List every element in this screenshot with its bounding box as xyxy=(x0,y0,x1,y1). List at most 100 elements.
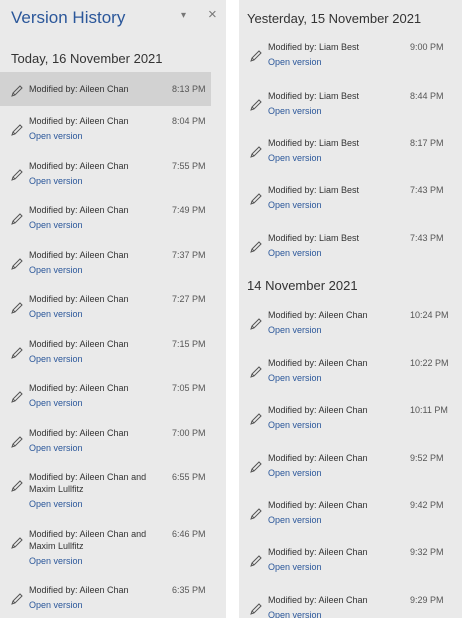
pencil-icon xyxy=(9,256,25,272)
version-entry[interactable]: Modified by: Liam Best 7:43 PM Open versio… xyxy=(239,184,462,222)
modified-by-label: Modified by: Liam Best xyxy=(268,185,360,195)
version-entry[interactable]: Modified by: Aileen Chan 9:52 PM Open vers… xyxy=(239,452,462,490)
pencil-icon xyxy=(9,478,25,494)
pencil-icon xyxy=(248,239,264,255)
version-time: 9:00 PM xyxy=(410,42,444,52)
modified-by-label: Modified by: Aileen Chan xyxy=(29,205,129,215)
version-time: 7:55 PM xyxy=(172,161,206,171)
version-entry[interactable]: Modified by: Aileen Chan 7:05 PM Open vers… xyxy=(0,382,211,420)
modified-by-label: Modified by: Aileen Chan xyxy=(29,428,129,438)
version-entry[interactable]: Modified by: Liam Best 9:00 PM Open versio… xyxy=(239,41,462,79)
open-version-link[interactable]: Open version xyxy=(29,498,83,510)
pencil-icon xyxy=(248,553,264,569)
pencil-icon xyxy=(9,535,25,551)
version-entry[interactable]: Modified by: Aileen Chan 10:24 PM Open ver… xyxy=(239,309,462,347)
open-version-link[interactable]: Open version xyxy=(268,105,322,117)
pencil-icon xyxy=(9,83,25,99)
modified-by-label: Modified by: Aileen Chan xyxy=(268,453,368,463)
open-version-link[interactable]: Open version xyxy=(268,372,322,384)
close-icon[interactable]: × xyxy=(208,7,217,23)
modified-by-label: Modified by: Aileen Chan xyxy=(29,294,129,304)
open-version-link[interactable]: Open version xyxy=(268,514,322,526)
modified-by-label: Modified by: Aileen Chan and xyxy=(29,529,147,539)
version-entry[interactable]: Modified by: Liam Best 7:43 PM Open versio… xyxy=(239,232,462,270)
version-time: 10:22 PM xyxy=(410,358,449,368)
version-time: 6:46 PM xyxy=(172,529,206,539)
version-time: 8:04 PM xyxy=(172,116,206,126)
modified-by-label: Modified by: Aileen Chan xyxy=(29,84,129,94)
version-entry[interactable]: Modified by: Aileen Chan 10:22 PM Open ver… xyxy=(239,357,462,395)
version-entry[interactable]: Modified by: Aileen Chan 6:35 PM Open vers… xyxy=(0,584,211,618)
open-version-link[interactable]: Open version xyxy=(268,199,322,211)
version-entry[interactable]: Modified by: Aileen Chan 7:00 PM Open vers… xyxy=(0,427,211,465)
version-time: 7:00 PM xyxy=(172,428,206,438)
modified-by-label: Modified by: Aileen Chan xyxy=(29,585,129,595)
version-time: 7:43 PM xyxy=(410,185,444,195)
open-version-link[interactable]: Open version xyxy=(29,442,83,454)
version-entry[interactable]: Modified by: Aileen Chan 10:11 PM Open ver… xyxy=(239,404,462,442)
version-entry[interactable]: Modified by: Aileen Chan and 6:55 PM Maxim… xyxy=(0,471,211,521)
version-time: 9:42 PM xyxy=(410,500,444,510)
open-version-link[interactable]: Open version xyxy=(268,324,322,336)
modified-by-label: Modified by: Aileen Chan xyxy=(29,250,129,260)
section-header-14-november: 14 November 2021 xyxy=(247,278,358,293)
version-entry[interactable]: Modified by: Aileen Chan 8:04 PM Open vers… xyxy=(0,115,211,153)
version-time: 10:24 PM xyxy=(410,310,449,320)
open-version-link[interactable]: Open version xyxy=(29,397,83,409)
modified-by-label: Modified by: Liam Best xyxy=(268,91,360,101)
open-version-link[interactable]: Open version xyxy=(268,609,322,618)
version-entry[interactable]: Modified by: Aileen Chan 9:29 PM Open vers… xyxy=(239,594,462,618)
version-entry[interactable]: Modified by: Aileen Chan 8:13 PM xyxy=(0,72,211,106)
version-entry[interactable]: Modified by: Aileen Chan and 6:46 PM Maxim… xyxy=(0,528,211,578)
version-time: 7:05 PM xyxy=(172,383,206,393)
version-entry[interactable]: Modified by: Aileen Chan 7:49 PM Open vers… xyxy=(0,204,211,242)
version-time: 7:27 PM xyxy=(172,294,206,304)
open-version-link[interactable]: Open version xyxy=(29,219,83,231)
pencil-icon xyxy=(9,345,25,361)
version-time: 9:32 PM xyxy=(410,547,444,557)
open-version-link[interactable]: Open version xyxy=(29,175,83,187)
version-entry[interactable]: Modified by: Aileen Chan 7:15 PM Open vers… xyxy=(0,338,211,376)
version-entry[interactable]: Modified by: Liam Best 8:44 PM Open versio… xyxy=(239,90,462,128)
open-version-link[interactable]: Open version xyxy=(29,555,83,567)
open-version-link[interactable]: Open version xyxy=(29,308,83,320)
open-version-link[interactable]: Open version xyxy=(268,247,322,259)
version-history-panel-right: Yesterday, 15 November 2021 14 November … xyxy=(239,0,462,618)
version-time: 7:15 PM xyxy=(172,339,206,349)
open-version-link[interactable]: Open version xyxy=(268,419,322,431)
pencil-icon xyxy=(9,122,25,138)
version-entry[interactable]: Modified by: Aileen Chan 9:32 PM Open vers… xyxy=(239,546,462,584)
version-entry[interactable]: Modified by: Aileen Chan 7:37 PM Open vers… xyxy=(0,249,211,287)
open-version-link[interactable]: Open version xyxy=(29,353,83,365)
version-time: 6:35 PM xyxy=(172,585,206,595)
version-entry[interactable]: Modified by: Liam Best 8:17 PM Open versio… xyxy=(239,137,462,175)
open-version-link[interactable]: Open version xyxy=(268,561,322,573)
modified-by-label: Modified by: Aileen Chan xyxy=(29,116,129,126)
version-entry[interactable]: Modified by: Aileen Chan 9:42 PM Open vers… xyxy=(239,499,462,537)
version-entry[interactable]: Modified by: Aileen Chan 7:55 PM Open vers… xyxy=(0,160,211,198)
version-time: 9:29 PM xyxy=(410,595,444,605)
open-version-link[interactable]: Open version xyxy=(29,264,83,276)
pencil-icon xyxy=(248,48,264,64)
pencil-icon xyxy=(9,389,25,405)
open-version-link[interactable]: Open version xyxy=(268,152,322,164)
pencil-icon xyxy=(9,211,25,227)
open-version-link[interactable]: Open version xyxy=(268,467,322,479)
open-version-link[interactable]: Open version xyxy=(29,599,83,611)
modified-by-label: Modified by: Aileen Chan xyxy=(268,310,368,320)
modified-by-label: Modified by: Aileen Chan xyxy=(268,595,368,605)
modified-by-label: Modified by: Liam Best xyxy=(268,42,360,52)
chevron-down-icon[interactable]: ▾ xyxy=(181,10,186,21)
modified-by-label: Modified by: Aileen Chan xyxy=(268,358,368,368)
open-version-link[interactable]: Open version xyxy=(268,56,322,68)
section-header-today: Today, 16 November 2021 xyxy=(11,51,163,66)
pencil-icon xyxy=(248,459,264,475)
pencil-icon xyxy=(248,364,264,380)
version-entry[interactable]: Modified by: Aileen Chan 7:27 PM Open vers… xyxy=(0,293,211,331)
modified-by-label: Modified by: Aileen Chan xyxy=(29,383,129,393)
pencil-icon xyxy=(9,167,25,183)
open-version-link[interactable]: Open version xyxy=(29,130,83,142)
pencil-icon xyxy=(9,300,25,316)
modified-by-label: Modified by: Aileen Chan xyxy=(268,405,368,415)
version-time: 7:43 PM xyxy=(410,233,444,243)
